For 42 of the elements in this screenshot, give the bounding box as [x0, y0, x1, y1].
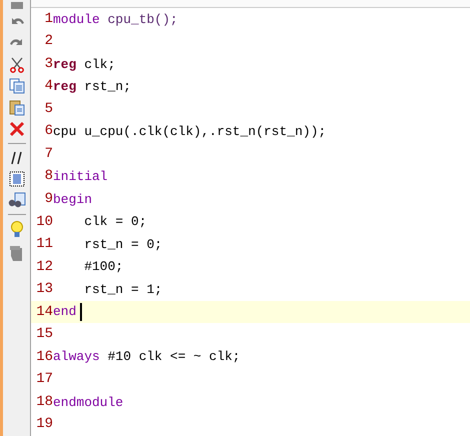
code-line: rst_n = 0; — [83, 236, 162, 254]
delete-icon[interactable] — [8, 121, 24, 137]
code-line: reg clk; — [53, 56, 116, 74]
lightbulb-icon[interactable] — [10, 221, 24, 239]
line-number: 15 — [35, 325, 53, 344]
line-number: 5 — [44, 100, 53, 119]
line-number: 2 — [44, 32, 53, 52]
line-number: 9 — [44, 190, 53, 210]
code-line: always #10 clk <= ~ clk; — [53, 348, 240, 366]
scissors-icon[interactable] — [8, 57, 24, 73]
line-number: 17 — [35, 370, 53, 390]
code-line: module cpu_tb(); — [53, 10, 178, 29]
line-number: 1 — [44, 10, 53, 29]
line-number: 6 — [44, 122, 53, 142]
code-line: clk = 0; — [83, 213, 147, 232]
line-number: 8 — [44, 167, 53, 186]
code-line: #100; — [83, 258, 124, 276]
line-number: 18 — [35, 392, 53, 412]
code-line: endmodule — [53, 394, 124, 412]
line-number: 13 — [35, 280, 53, 300]
code-line: rst_n = 1; — [83, 280, 162, 299]
line-number: 11 — [35, 235, 53, 254]
copy-icon[interactable] — [8, 78, 24, 94]
binoculars-icon[interactable] — [8, 192, 26, 208]
line-number: 16 — [35, 348, 53, 367]
line-number: 14 — [35, 302, 53, 322]
code-line: end — [53, 303, 76, 322]
line-number: 3 — [44, 54, 53, 74]
line-number: 12 — [35, 258, 53, 277]
code-line: reg rst_n; — [53, 78, 132, 96]
paste-icon[interactable] — [8, 99, 24, 116]
line-number: 19 — [35, 415, 53, 434]
code-line: begin — [53, 190, 92, 209]
text-cursor — [80, 303, 82, 322]
line-number: 4 — [44, 77, 53, 96]
comment-icon[interactable] — [8, 150, 24, 166]
code-line: cpu u_cpu(.clk(clk),.rst_n(rst_n)); — [53, 123, 326, 142]
line-number: 7 — [44, 144, 53, 164]
toolbar-icon[interactable] — [8, 2, 24, 10]
list-icon[interactable] — [8, 171, 24, 187]
line-number: 10 — [35, 212, 53, 232]
code-line: initial — [53, 168, 108, 186]
